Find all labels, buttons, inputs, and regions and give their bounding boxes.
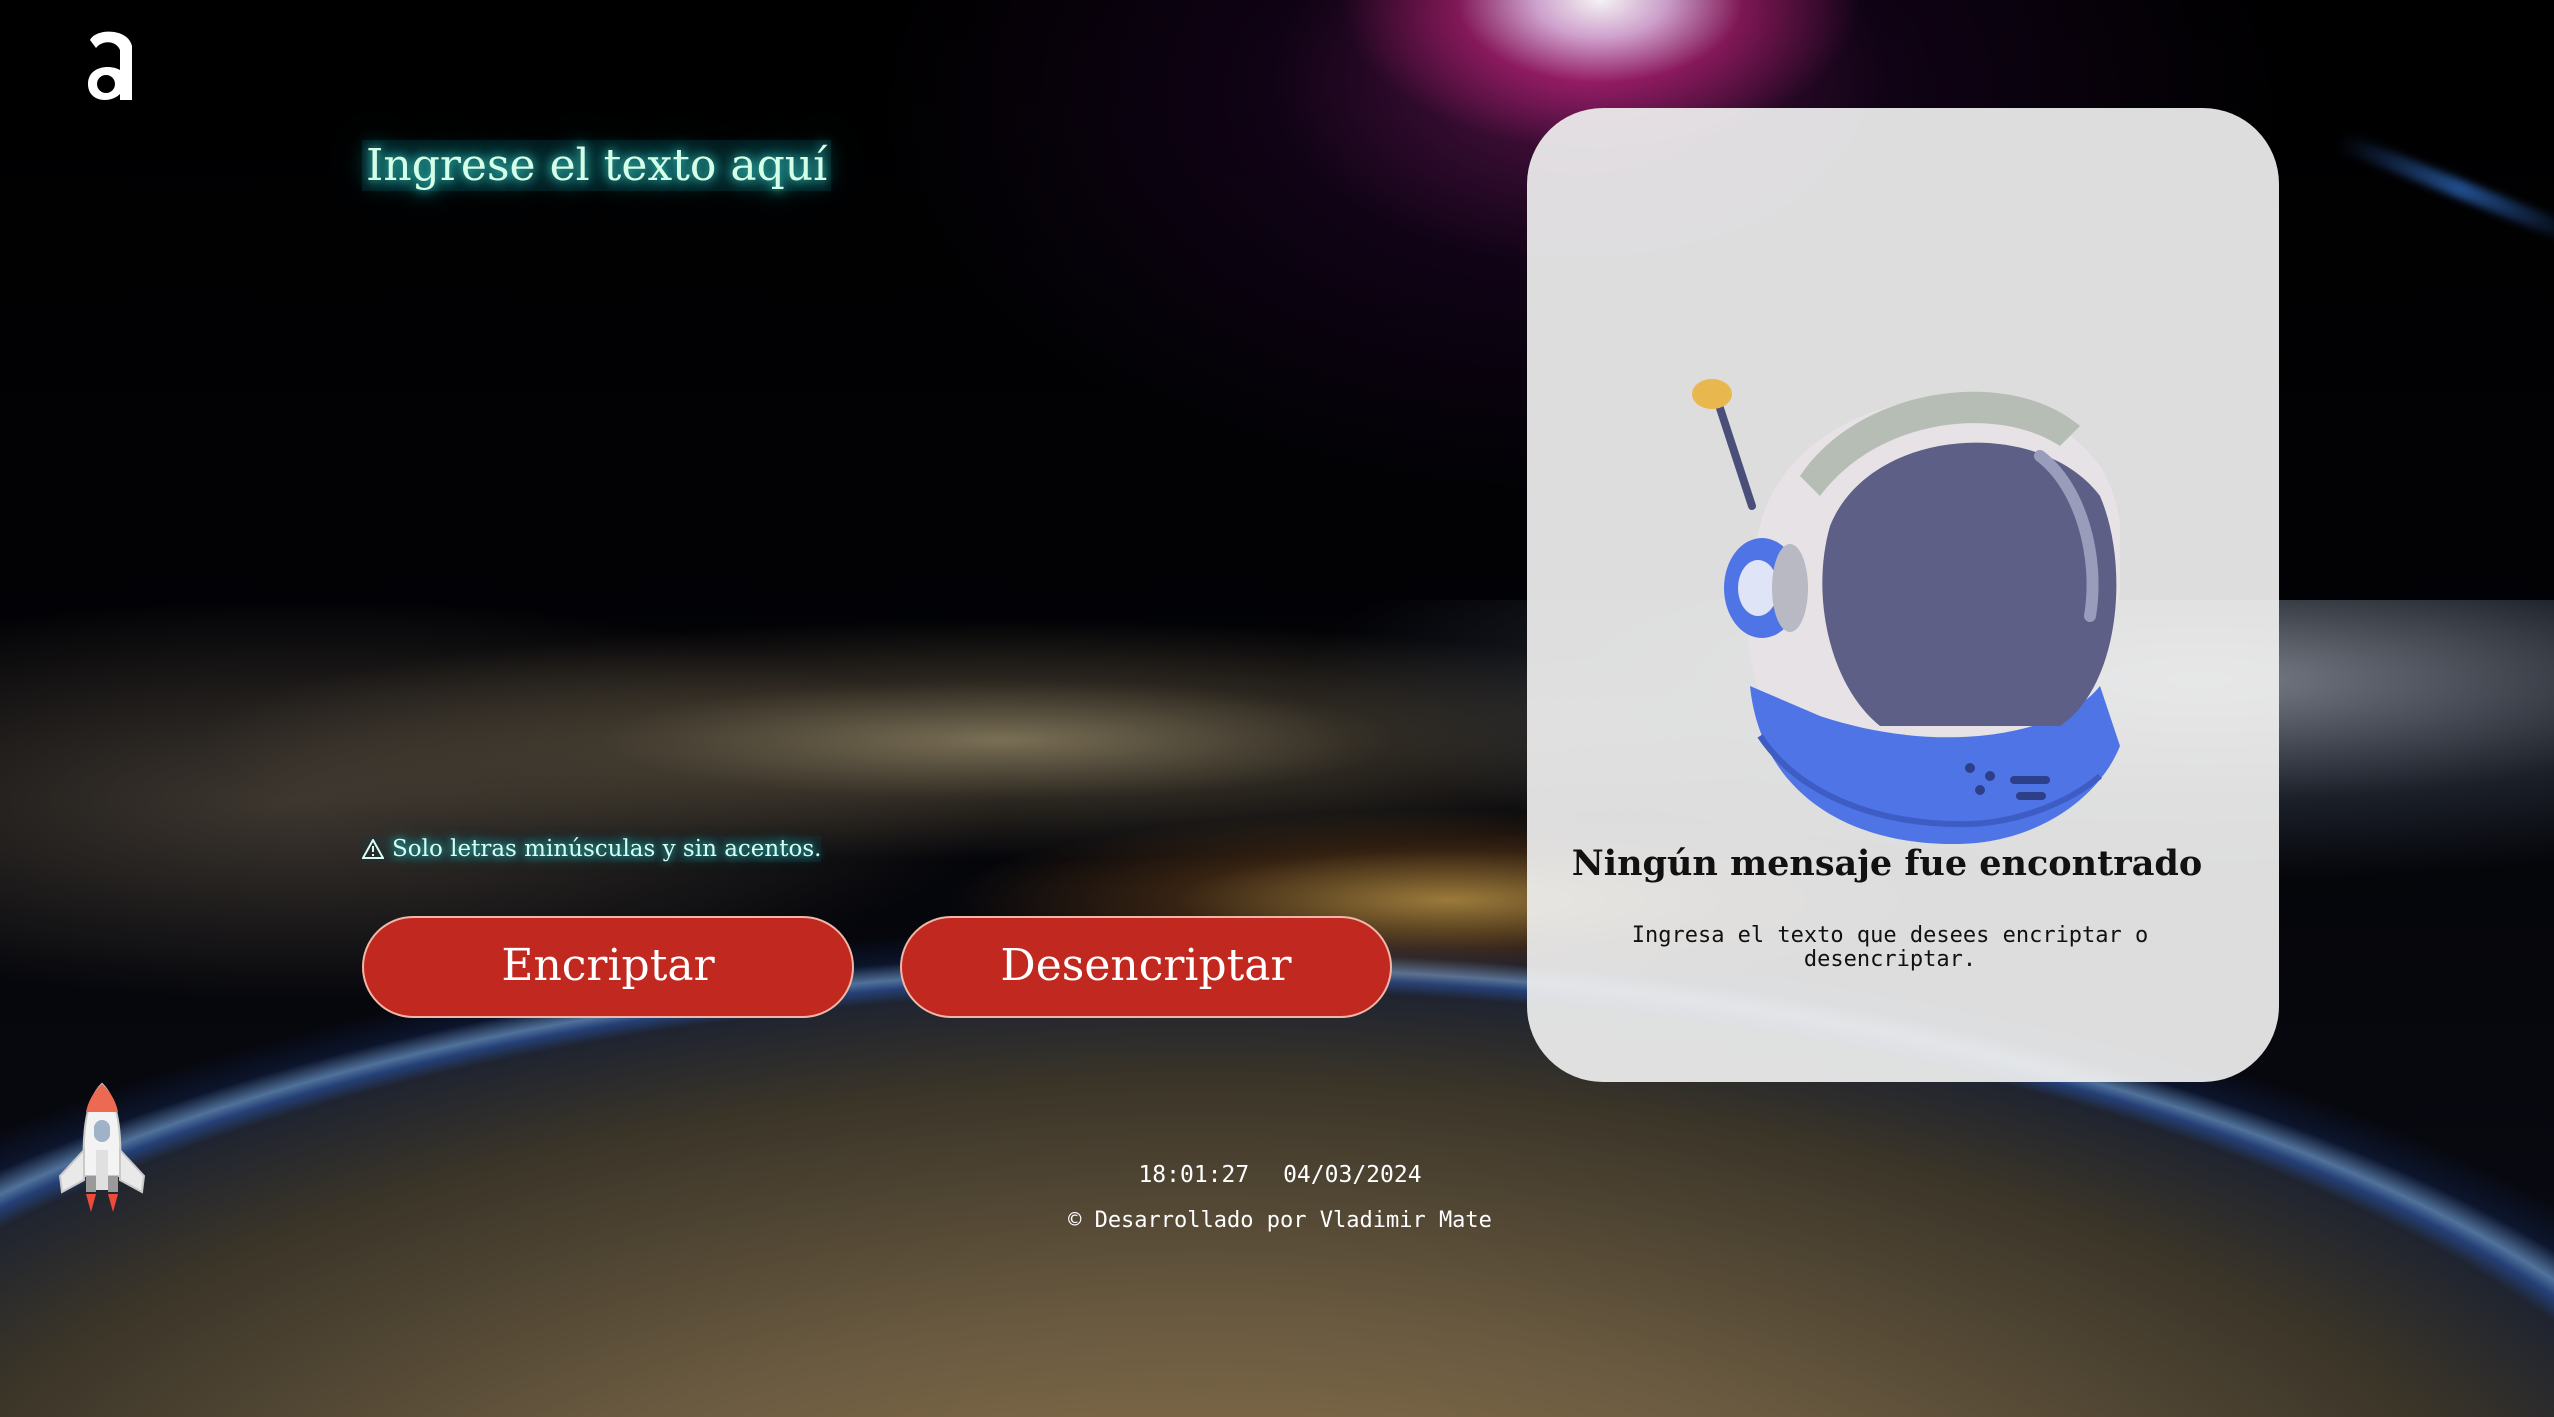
lens-flare xyxy=(2336,131,2554,247)
clock-time: 18:01:27 xyxy=(1138,1162,1250,1188)
rocket-icon xyxy=(58,1082,146,1212)
app-page: Ingrese el texto aquí Solo letras minúsc… xyxy=(0,0,2554,1417)
decrypt-button[interactable]: Desencriptar xyxy=(900,916,1392,1018)
encrypt-button[interactable]: Encriptar xyxy=(362,916,854,1018)
clock-date: 04/03/2024 xyxy=(1283,1162,1422,1188)
clock: 18:01:27 04/03/2024 xyxy=(1000,1162,1560,1188)
input-warning: Solo letras minúsculas y sin acentos. xyxy=(362,836,822,862)
astronaut-helmet-icon xyxy=(1692,379,2120,845)
output-panel-title: Ningún mensaje fue encontrado xyxy=(1571,843,2203,884)
warning-text: Solo letras minúsculas y sin acentos. xyxy=(392,836,822,862)
footer-credits: © Desarrollado por Vladimir Mate xyxy=(1068,1208,1492,1233)
alura-logo-icon[interactable] xyxy=(80,22,144,106)
warning-icon xyxy=(362,839,384,859)
output-panel-subtitle: Ingresa el texto que desees encriptar o … xyxy=(1631,923,2149,972)
text-input[interactable] xyxy=(362,138,1372,778)
